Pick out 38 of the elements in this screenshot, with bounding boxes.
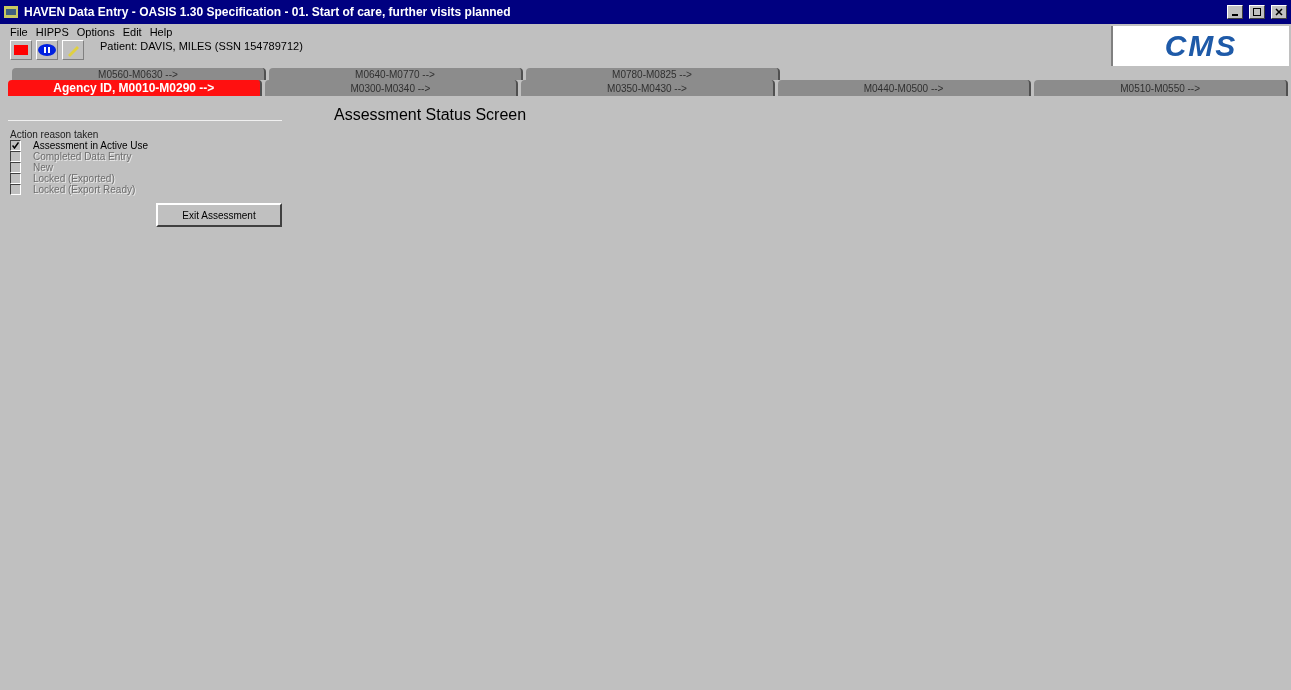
close-icon <box>1275 8 1283 16</box>
close-button[interactable] <box>1271 5 1287 19</box>
checkbox-label: Completed Data Entry <box>33 151 132 162</box>
tab[interactable]: M0640-M0770 --> <box>269 68 523 80</box>
menu-item[interactable]: Help <box>149 26 173 38</box>
maximize-icon <box>1253 8 1261 16</box>
checkbox[interactable] <box>10 140 21 151</box>
pencil-icon <box>66 43 80 57</box>
checkbox-label: New <box>33 162 53 173</box>
menu-item[interactable]: HIPPS <box>35 26 69 38</box>
patient-label: Patient: DAVIS, MILES (SSN 154789712) <box>100 40 303 52</box>
check-icon <box>12 142 19 149</box>
menu-item[interactable]: Edit <box>122 26 142 38</box>
stop-button[interactable] <box>10 40 32 60</box>
tab[interactable]: M0300-M0340 --> <box>264 80 519 96</box>
tab[interactable]: M0350-M0430 --> <box>521 80 775 96</box>
maximize-button[interactable] <box>1249 5 1265 19</box>
tab[interactable]: Agency ID, M0010-M0290 --> <box>8 80 262 96</box>
group-label: Action reason taken <box>10 129 100 140</box>
screen-heading: Assessment Status Screen <box>334 106 527 124</box>
tab[interactable]: M0780-M0825 --> <box>526 68 780 80</box>
minimize-button[interactable] <box>1227 5 1243 19</box>
app-icon <box>4 6 18 18</box>
pause-button[interactable] <box>36 40 58 60</box>
tab[interactable]: M0510-M0550 --> <box>1034 80 1288 96</box>
tab[interactable]: M0560-M0630 --> <box>12 68 266 80</box>
menu-item[interactable]: File <box>10 26 28 38</box>
checkbox-label: Locked (Export Ready) <box>33 184 136 195</box>
stop-icon <box>14 45 28 55</box>
exit-button[interactable]: Exit Assessment <box>156 203 282 227</box>
logo: CMS <box>1111 26 1289 66</box>
pause-icon <box>38 44 56 56</box>
pencil-button[interactable] <box>62 40 84 60</box>
window-title: HAVEN Data Entry - OASIS 1.30 Specification - 01. Start of care, further visits planned <box>24 5 512 19</box>
menu-item[interactable]: Options <box>76 26 115 38</box>
tab[interactable]: M0440-M0500 --> <box>777 80 1032 96</box>
checkbox-label: Locked (Exported) <box>33 173 115 184</box>
checkbox-label: Assessment in Active Use <box>33 140 149 151</box>
